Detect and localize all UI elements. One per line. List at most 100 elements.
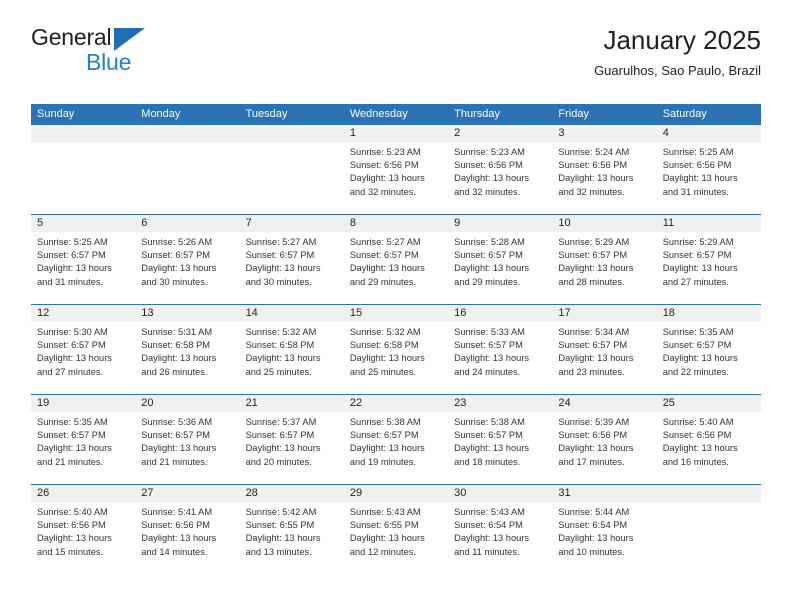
day-cell[interactable]: 14 Sunrise: 5:32 AM Sunset: 6:58 PM Dayligh… — [239, 305, 344, 394]
day-cell[interactable]: 23 Sunrise: 5:38 AM Sunset: 6:57 PM Dayligh… — [448, 395, 553, 484]
day-cell[interactable]: 20 Sunrise: 5:36 AM Sunset: 6:57 PM Dayligh… — [135, 395, 240, 484]
location-subtitle: Guarulhos, Sao Paulo, Brazil — [594, 62, 761, 78]
daylight-text-line2: and 29 minutes. — [454, 276, 521, 287]
day-details: Sunrise: 5:27 AM Sunset: 6:57 PM Daylight:… — [344, 232, 448, 289]
daylight-text-line2: and 30 minutes. — [245, 276, 312, 287]
page-header: General Blue January 2025 Guarulhos, Sao… — [31, 26, 761, 96]
day-cell[interactable]: 9 Sunrise: 5:28 AM Sunset: 6:57 PM Daylight… — [448, 215, 553, 304]
day-number: 4 — [656, 125, 761, 142]
sunset-text: Sunset: 6:57 PM — [454, 250, 523, 261]
day-number: 22 — [343, 395, 449, 412]
day-cell[interactable]: 24 Sunrise: 5:39 AM Sunset: 6:56 PM Dayligh… — [552, 395, 657, 484]
sunrise-text: Sunrise: 5:31 AM — [141, 327, 213, 337]
daylight-text-line2: and 32 minutes. — [454, 186, 521, 197]
daylight-text-line2: and 21 minutes. — [141, 456, 208, 467]
daylight-text-line1: Daylight: 13 hours — [37, 443, 112, 454]
day-number — [31, 125, 136, 142]
triangle-logo-icon — [114, 28, 145, 51]
weekday-header-saturday: Saturday — [662, 108, 707, 120]
day-number: 2 — [448, 125, 553, 142]
sunrise-text: Sunrise: 5:40 AM — [662, 417, 734, 427]
sunset-text: Sunset: 6:56 PM — [37, 520, 106, 531]
day-details: Sunrise: 5:40 AM Sunset: 6:56 PM Daylight:… — [657, 412, 761, 469]
day-details: Sunrise: 5:26 AM Sunset: 6:57 PM Daylight:… — [135, 232, 239, 289]
daylight-text-line1: Daylight: 13 hours — [349, 263, 425, 274]
day-cell[interactable]: 28 Sunrise: 5:42 AM Sunset: 6:55 PM Dayligh… — [239, 485, 344, 574]
day-number: 15 — [343, 305, 449, 322]
sunrise-text: Sunrise: 5:29 AM — [662, 237, 734, 247]
day-details: Sunrise: 5:40 AM Sunset: 6:56 PM Daylight:… — [31, 502, 135, 559]
sunrise-text: Sunrise: 5:35 AM — [662, 327, 734, 337]
day-cell[interactable]: 30 Sunrise: 5:43 AM Sunset: 6:54 PM Dayligh… — [448, 485, 553, 574]
day-cell[interactable]: 3 Sunrise: 5:24 AM Sunset: 6:56 PM Daylight… — [552, 125, 657, 214]
sunrise-text: Sunrise: 5:41 AM — [141, 507, 213, 517]
day-cell[interactable]: 29 Sunrise: 5:43 AM Sunset: 6:55 PM Dayligh… — [343, 485, 449, 574]
daylight-text-line1: Daylight: 13 hours — [558, 443, 634, 454]
day-cell[interactable]: 25 Sunrise: 5:40 AM Sunset: 6:56 PM Dayligh… — [656, 395, 761, 484]
day-cell[interactable]: 2 Sunrise: 5:23 AM Sunset: 6:56 PM Daylight… — [448, 125, 553, 214]
weekday-header-thursday: Thursday — [454, 108, 500, 120]
weekday-header-row: Sunday Monday Tuesday Wednesday Thursday Frid… — [31, 104, 761, 125]
sunset-text: Sunset: 6:55 PM — [349, 520, 419, 531]
day-cell[interactable]: 7 Sunrise: 5:27 AM Sunset: 6:57 PM Daylight… — [239, 215, 344, 304]
daylight-text-line2: and 32 minutes. — [558, 186, 625, 197]
day-cell[interactable]: 6 Sunrise: 5:26 AM Sunset: 6:57 PM Daylight… — [135, 215, 240, 304]
day-details: Sunrise: 5:43 AM Sunset: 6:54 PM Daylight:… — [448, 502, 552, 559]
day-details: Sunrise: 5:42 AM Sunset: 6:55 PM Daylight:… — [240, 502, 344, 559]
daylight-text-line1: Daylight: 13 hours — [37, 353, 112, 364]
brand-logo[interactable]: General Blue — [31, 26, 221, 82]
daylight-text-line2: and 11 minutes. — [454, 546, 520, 557]
day-cell[interactable]: 27 Sunrise: 5:41 AM Sunset: 6:56 PM Dayligh… — [135, 485, 240, 574]
sunset-text: Sunset: 6:56 PM — [558, 160, 628, 171]
daylight-text-line2: and 16 minutes. — [662, 456, 729, 467]
day-cell-empty — [135, 125, 240, 214]
daylight-text-line2: and 31 minutes. — [37, 276, 104, 287]
brand-name-primary: General — [31, 24, 112, 50]
sunset-text: Sunset: 6:55 PM — [245, 520, 315, 531]
sunset-text: Sunset: 6:57 PM — [245, 250, 315, 261]
sunrise-text: Sunrise: 5:34 AM — [558, 327, 630, 337]
day-cell[interactable]: 13 Sunrise: 5:31 AM Sunset: 6:58 PM Dayligh… — [135, 305, 240, 394]
sunrise-text: Sunrise: 5:39 AM — [558, 417, 630, 427]
day-number: 28 — [239, 485, 344, 502]
daylight-text-line1: Daylight: 13 hours — [245, 533, 321, 544]
day-cell[interactable]: 26 Sunrise: 5:40 AM Sunset: 6:56 PM Dayligh… — [31, 485, 136, 574]
day-cell[interactable]: 18 Sunrise: 5:35 AM Sunset: 6:57 PM Dayligh… — [656, 305, 761, 394]
day-number: 23 — [448, 395, 553, 412]
weekday-header-sunday: Sunday — [37, 108, 75, 120]
day-details: Sunrise: 5:32 AM Sunset: 6:58 PM Daylight:… — [240, 322, 344, 379]
daylight-text-line1: Daylight: 13 hours — [37, 533, 112, 544]
day-details: Sunrise: 5:38 AM Sunset: 6:57 PM Daylight:… — [344, 412, 448, 469]
daylight-text-line1: Daylight: 13 hours — [662, 173, 738, 184]
day-number: 26 — [31, 485, 136, 502]
day-cell[interactable]: 21 Sunrise: 5:37 AM Sunset: 6:57 PM Dayligh… — [239, 395, 344, 484]
day-cell[interactable]: 31 Sunrise: 5:44 AM Sunset: 6:54 PM Dayligh… — [552, 485, 657, 574]
weekday-header-monday: Monday — [141, 108, 181, 120]
daylight-text-line1: Daylight: 13 hours — [558, 533, 634, 544]
daylight-text-line1: Daylight: 13 hours — [349, 173, 425, 184]
day-cell[interactable]: 1 Sunrise: 5:23 AM Sunset: 6:56 PM Daylight… — [343, 125, 449, 214]
daylight-text-line2: and 14 minutes. — [141, 546, 208, 557]
day-cell[interactable]: 22 Sunrise: 5:38 AM Sunset: 6:57 PM Dayligh… — [343, 395, 449, 484]
calendar-weeks: 1 Sunrise: 5:23 AM Sunset: 6:56 PM Daylight… — [31, 125, 761, 574]
day-number: 17 — [552, 305, 657, 322]
day-cell[interactable]: 5 Sunrise: 5:25 AM Sunset: 6:57 PM Daylight… — [31, 215, 136, 304]
day-cell[interactable]: 19 Sunrise: 5:35 AM Sunset: 6:57 PM Dayligh… — [31, 395, 136, 484]
day-cell[interactable]: 11 Sunrise: 5:29 AM Sunset: 6:57 PM Dayligh… — [656, 215, 761, 304]
weekday-header-tuesday: Tuesday — [245, 108, 288, 120]
sunset-text: Sunset: 6:57 PM — [141, 430, 211, 441]
day-cell[interactable]: 4 Sunrise: 5:25 AM Sunset: 6:56 PM Daylight… — [656, 125, 761, 214]
day-cell[interactable]: 17 Sunrise: 5:34 AM Sunset: 6:57 PM Dayligh… — [552, 305, 657, 394]
daylight-text-line1: Daylight: 13 hours — [349, 443, 425, 454]
day-cell[interactable]: 15 Sunrise: 5:32 AM Sunset: 6:58 PM Dayligh… — [343, 305, 449, 394]
calendar-week-row: 12 Sunrise: 5:30 AM Sunset: 6:57 PM Dayligh… — [31, 304, 761, 394]
day-details: Sunrise: 5:32 AM Sunset: 6:58 PM Daylight:… — [344, 322, 448, 379]
day-cell[interactable]: 16 Sunrise: 5:33 AM Sunset: 6:57 PM Dayligh… — [448, 305, 553, 394]
sunrise-text: Sunrise: 5:36 AM — [141, 417, 213, 427]
daylight-text-line1: Daylight: 13 hours — [454, 443, 530, 454]
day-cell[interactable]: 12 Sunrise: 5:30 AM Sunset: 6:57 PM Dayligh… — [31, 305, 136, 394]
day-number: 27 — [135, 485, 240, 502]
day-cell[interactable]: 10 Sunrise: 5:29 AM Sunset: 6:57 PM Dayligh… — [552, 215, 657, 304]
daylight-text-line2: and 26 minutes. — [141, 366, 208, 377]
day-cell[interactable]: 8 Sunrise: 5:27 AM Sunset: 6:57 PM Daylight… — [343, 215, 449, 304]
